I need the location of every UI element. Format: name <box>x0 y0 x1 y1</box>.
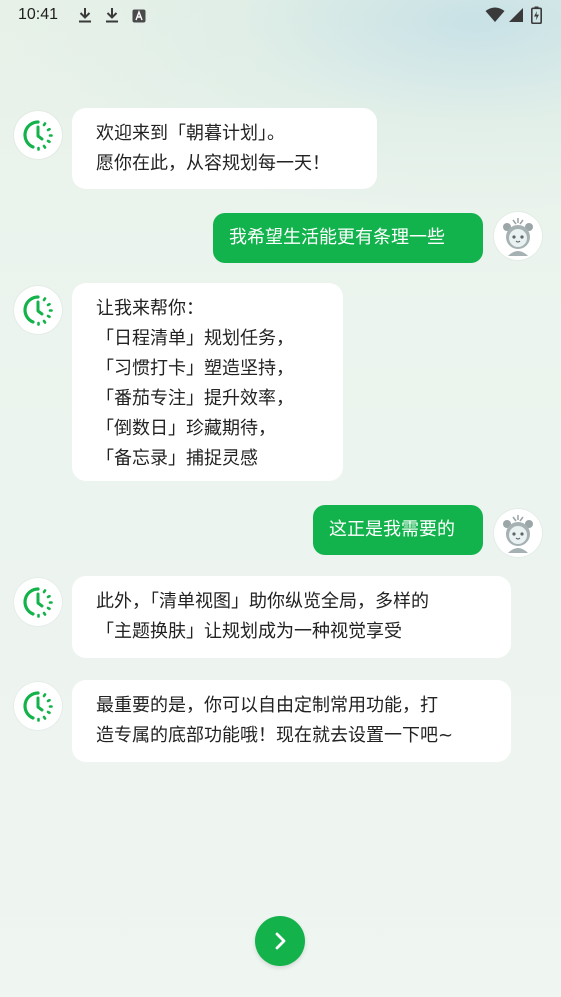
next-button[interactable] <box>255 916 305 966</box>
user-message-bubble: 我希望生活能更有条理一些 <box>213 213 483 263</box>
bot-message-bubble: 此外，「清单视图」助你纵览全局，多样的 「主题换肤」让规划成为一种视觉享受 <box>72 576 511 658</box>
status-time: 10:41 <box>18 6 59 23</box>
bot-message-bubble: 让我来帮你： 「日程清单」规划任务， 「习惯打卡」塑造坚持， 「番茄专注」提升效… <box>72 283 343 481</box>
download-icon <box>77 6 93 28</box>
user-avatar <box>494 509 542 557</box>
message-text: 此外，「清单视图」助你纵览全局，多样的 <box>96 591 429 612</box>
clock-logo-icon <box>23 295 53 326</box>
message-text: 欢迎来到「朝暮计划」。 <box>96 123 285 144</box>
message-text: 「备忘录」捕捉灵感 <box>96 448 258 469</box>
a-letter-icon <box>132 8 146 27</box>
clock-logo-icon <box>23 691 53 722</box>
user-avatar <box>494 212 542 260</box>
bot-message-bubble: 最重要的是，你可以自由定制常用功能，打 造专属的底部功能哦！现在就去设置一下吧~ <box>72 680 511 762</box>
message-text: 造专属的底部功能哦！现在就去设置一下吧~ <box>96 725 454 746</box>
clock-logo-icon <box>23 587 53 618</box>
wifi-icon <box>485 7 505 27</box>
alarm-clock-character-icon <box>494 212 542 260</box>
message-text: 「番茄专注」提升效率， <box>96 388 294 409</box>
chevron-right-icon <box>275 932 286 950</box>
cell-signal-icon <box>508 7 524 27</box>
message-text: 让我来帮你： <box>96 298 204 319</box>
message-text: 这正是我需要的 <box>329 519 455 540</box>
bot-avatar <box>14 578 62 626</box>
message-text: 「倒数日」珍藏期待， <box>96 418 276 439</box>
battery-charging-icon <box>531 6 542 28</box>
message-text: 「日程清单」规划任务， <box>96 328 294 349</box>
message-text: 「习惯打卡」塑造坚持， <box>96 358 294 379</box>
bot-avatar <box>14 111 62 159</box>
status-bar: 10:41 <box>0 0 561 32</box>
download-icon <box>104 6 120 28</box>
message-text: 「主题换肤」让规划成为一种视觉享受 <box>96 621 402 642</box>
clock-logo-icon <box>23 120 53 151</box>
message-text: 最重要的是，你可以自由定制常用功能，打 <box>96 695 438 716</box>
bot-message-bubble: 欢迎来到「朝暮计划」。 愿你在此，从容规划每一天！ <box>72 108 377 189</box>
user-message-bubble: 这正是我需要的 <box>313 505 483 555</box>
message-text: 我希望生活能更有条理一些 <box>229 227 445 248</box>
message-text: 愿你在此，从容规划每一天！ <box>96 153 330 174</box>
bot-avatar <box>14 286 62 334</box>
alarm-clock-character-icon <box>494 509 542 557</box>
bot-avatar <box>14 682 62 730</box>
